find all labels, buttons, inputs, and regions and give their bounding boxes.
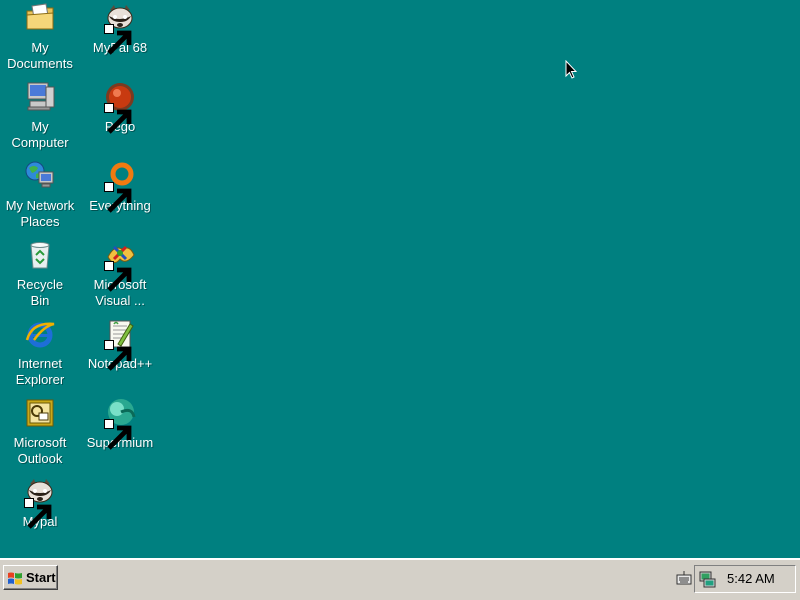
my-documents-shortcut[interactable]: My Documents: [0, 2, 80, 72]
pego-icon: [104, 81, 136, 134]
clock[interactable]: 5:42 AM: [727, 571, 775, 586]
mouse-cursor-icon: [565, 60, 577, 79]
icon-label: Internet Explorer: [15, 356, 65, 387]
my-network-places-shortcut[interactable]: My Network Places: [0, 160, 80, 230]
raccoon-icon: [24, 476, 56, 529]
keyboard-icon[interactable]: [676, 570, 692, 586]
computer-icon: [24, 81, 56, 113]
notepad-plus-plus-shortcut[interactable]: Notepad++: [80, 318, 160, 372]
notepad-plus-plus-icon: [104, 318, 136, 371]
network-globe-icon: [24, 160, 56, 192]
network-status-icon[interactable]: [698, 570, 716, 588]
everything-shortcut[interactable]: Everything: [80, 160, 160, 214]
shortcut-arrow-icon: [104, 103, 132, 134]
system-tray: 5:42 AM: [694, 565, 796, 593]
shortcut-arrow-icon: [24, 498, 52, 529]
folder-documents-icon: [24, 2, 56, 34]
icon-label: Recycle Bin: [16, 277, 64, 308]
pego-shortcut[interactable]: Pego: [80, 81, 160, 135]
microsoft-outlook-shortcut[interactable]: Microsoft Outlook: [0, 397, 80, 467]
start-label: Start: [26, 570, 56, 585]
everything-ring-icon: [104, 160, 136, 213]
my-computer-shortcut[interactable]: My Computer: [0, 81, 80, 151]
shortcut-arrow-icon: [104, 340, 132, 371]
desktop[interactable]: My Documents My Computer My Network Plac…: [0, 0, 800, 558]
icon-label: My Computer: [11, 119, 69, 150]
recycle-bin-shortcut[interactable]: Recycle Bin: [0, 239, 80, 309]
outlook-icon: [24, 397, 56, 429]
icon-label: My Network Places: [5, 198, 75, 229]
supermium-icon: [104, 397, 136, 450]
start-button[interactable]: Start: [3, 565, 58, 590]
icon-label: My Documents: [7, 40, 73, 71]
shortcut-arrow-icon: [104, 261, 132, 292]
icon-label: Microsoft Outlook: [13, 435, 67, 466]
mypal-shortcut[interactable]: Mypal: [0, 476, 80, 530]
shortcut-arrow-icon: [104, 182, 132, 213]
shortcut-arrow-icon: [104, 419, 132, 450]
mypal-68-shortcut[interactable]: MyPal 68: [80, 2, 160, 56]
recycle-bin-icon: [24, 239, 56, 271]
raccoon-icon: [104, 2, 136, 55]
taskbar: Start 5:42 AM: [0, 558, 800, 600]
internet-explorer-shortcut[interactable]: Internet Explorer: [0, 318, 80, 388]
visual-studio-icon: [104, 239, 136, 292]
shortcut-arrow-icon: [104, 24, 132, 55]
internet-explorer-icon: [24, 318, 56, 350]
supermium-shortcut[interactable]: Supermium: [80, 397, 160, 451]
microsoft-visual-shortcut[interactable]: Microsoft Visual ...: [80, 239, 160, 309]
windows-logo-icon: [8, 572, 22, 584]
